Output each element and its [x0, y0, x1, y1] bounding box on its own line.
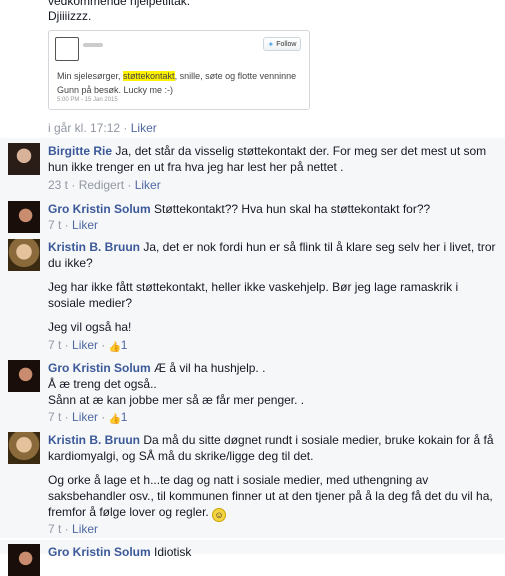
- comment-text: Støttekontakt?? Hva hun skal ha støtteko…: [154, 202, 431, 216]
- twitter-bird-icon: ✦: [267, 39, 275, 49]
- tweet-timestamp: 5:00 PM - 15 Jan 2015: [57, 97, 118, 103]
- like-link[interactable]: Liker: [72, 218, 98, 232]
- post-text-line: Djiiiizzz.: [48, 9, 92, 23]
- edited-label[interactable]: Redigert: [79, 178, 124, 192]
- thumbs-up-icon: 👍: [108, 414, 122, 425]
- comment-author[interactable]: Birgitte Rie: [48, 144, 112, 158]
- follow-label: Follow: [276, 40, 297, 48]
- like-count[interactable]: 👍1: [108, 410, 128, 425]
- comment-time[interactable]: 7 t: [48, 410, 61, 424]
- avatar[interactable]: [8, 143, 40, 175]
- comment-time[interactable]: 7 t: [48, 218, 61, 232]
- comment-body: Gro Kristin Solum Æ å vil ha hushjelp. .…: [48, 360, 496, 408]
- comment-author[interactable]: Gro Kristin Solum: [48, 545, 151, 559]
- tweet-handle: [83, 43, 103, 47]
- comment-body: Gro Kristin Solum Idiotisk: [48, 544, 496, 560]
- comment-time[interactable]: 23 t: [48, 178, 68, 192]
- comment-meta: 7 t · Liker: [48, 218, 99, 232]
- comment-paragraph: Jeg vil også ha!: [48, 320, 132, 334]
- avatar[interactable]: [8, 544, 40, 576]
- comment-line: Sånn at æ kan jobbe mer så æ får mer pen…: [48, 393, 305, 407]
- comment-text: Idiotisk: [154, 545, 192, 559]
- comment-body: Birgitte Rie Ja, det står da visselig st…: [48, 143, 496, 175]
- like-link[interactable]: Liker: [131, 121, 157, 135]
- comment-body: Gro Kristin Solum Støttekontakt?? Hva hu…: [48, 201, 496, 217]
- smiley-emoji-icon: ☺: [212, 508, 227, 522]
- comment-text: Ja, det står da visselig støttekontakt d…: [48, 144, 487, 174]
- avatar[interactable]: [8, 360, 40, 392]
- comment-text: Æ å vil ha hushjelp. .: [154, 361, 266, 375]
- comment-author[interactable]: Gro Kristin Solum: [48, 202, 151, 216]
- comment-author[interactable]: Kristin B. Bruun: [48, 240, 140, 254]
- comment-paragraph: Jeg har ikke fått støttekontakt, heller …: [48, 280, 459, 310]
- comment-author[interactable]: Gro Kristin Solum: [48, 361, 151, 375]
- follow-button[interactable]: ✦ Follow: [263, 37, 301, 51]
- embedded-tweet[interactable]: ✦ Follow Min sjelesørger, støttekontakt,…: [48, 30, 310, 110]
- comment-body: Kristin B. Bruun Ja, det er nok fordi hu…: [48, 239, 496, 343]
- thumbs-up-icon: 👍: [108, 342, 122, 353]
- highlighted-word: støttekontakt: [123, 71, 175, 81]
- avatar[interactable]: [8, 239, 40, 271]
- comment-author[interactable]: Kristin B. Bruun: [48, 433, 140, 447]
- comment-time[interactable]: 7 t: [48, 522, 61, 536]
- comment-meta: 7 t · Liker · 👍1: [48, 338, 128, 353]
- post-text-line: vedkommende hjelpetiltak.: [48, 0, 191, 8]
- comment-meta: 7 t · Liker: [48, 522, 99, 536]
- comment-time[interactable]: 7 t: [48, 338, 61, 352]
- tweet-avatar: [55, 37, 79, 61]
- comment-paragraph: Og orke å lage et h...te dag og natt i s…: [48, 473, 493, 519]
- comment-line: Å æ treng det også..: [48, 377, 157, 391]
- comment-meta: 7 t · Liker · 👍1: [48, 410, 128, 425]
- avatar[interactable]: [8, 201, 40, 233]
- comment-meta: 23 t · Redigert · Liker: [48, 178, 161, 192]
- post-time[interactable]: i går kl. 17:12: [48, 121, 120, 135]
- like-link[interactable]: Liker: [135, 178, 161, 192]
- like-link[interactable]: Liker: [72, 522, 98, 536]
- like-link[interactable]: Liker: [72, 410, 98, 424]
- meta-separator: ·: [123, 121, 128, 135]
- post-meta: i går kl. 17:12 · Liker: [48, 121, 157, 135]
- like-count[interactable]: 👍1: [108, 338, 128, 353]
- avatar[interactable]: [8, 432, 40, 464]
- comment-body: Kristin B. Bruun Da må du sitte døgnet r…: [48, 432, 496, 530]
- like-link[interactable]: Liker: [72, 338, 98, 352]
- tweet-text: Min sjelesørger, støttekontakt, snille, …: [57, 71, 297, 95]
